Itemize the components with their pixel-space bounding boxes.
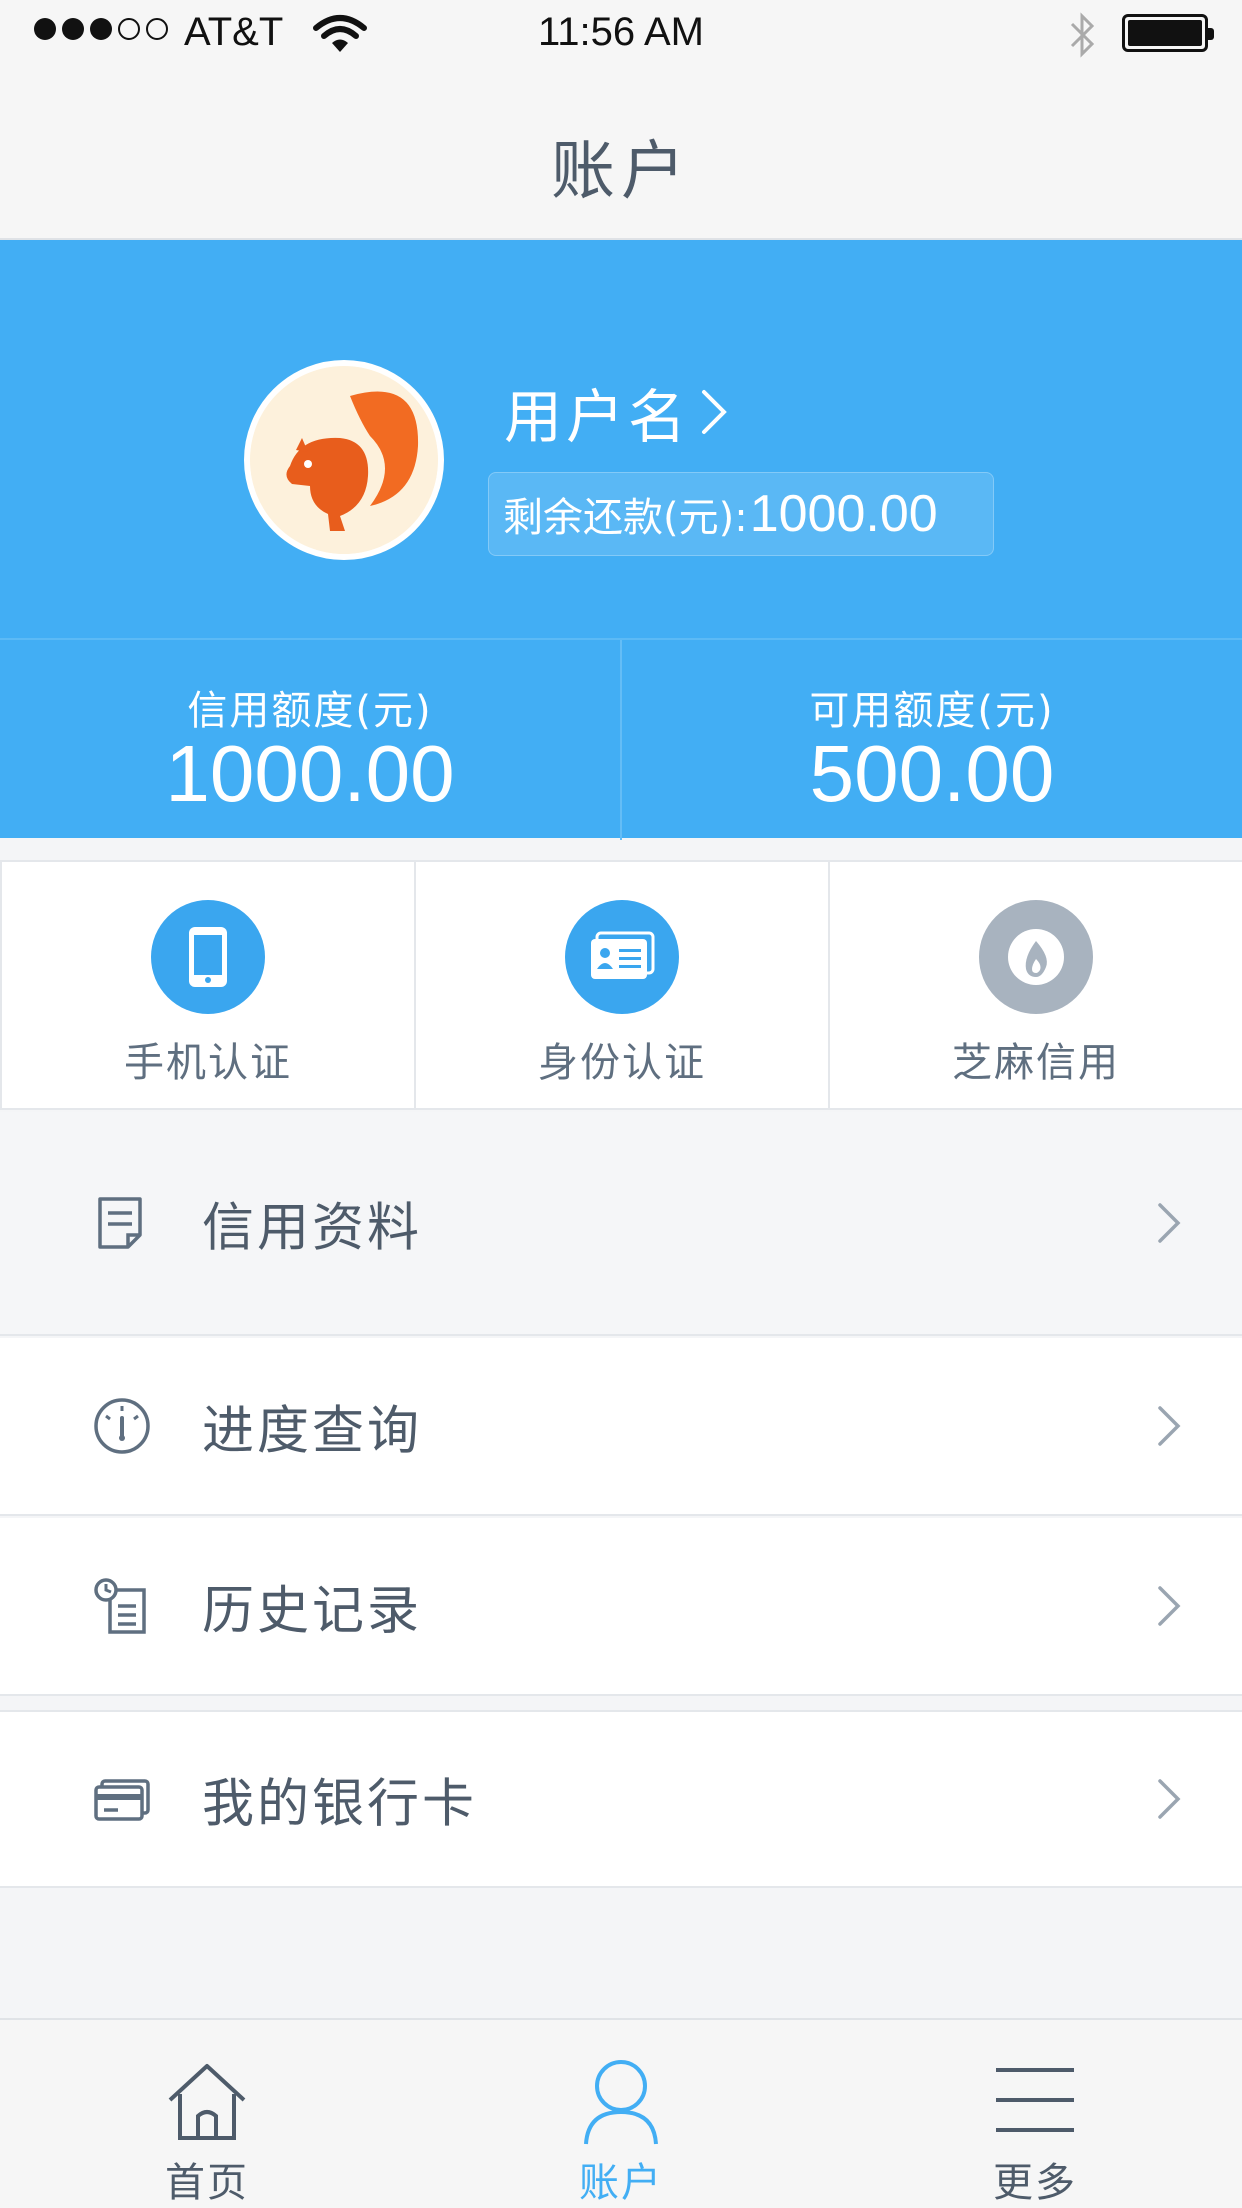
tab-home[interactable]: 首页 — [0, 2020, 414, 2208]
available-limit-value: 500.00 — [809, 729, 1055, 818]
bank-card-icon — [94, 1779, 150, 1821]
quota-divider — [620, 640, 622, 840]
sesame-icon — [979, 900, 1093, 1014]
remaining-repayment-badge: 剩余还款(元): 1000.00 — [488, 472, 994, 556]
chevron-right-icon — [1158, 1406, 1181, 1446]
menu-label-credit-info: 信用资料 — [202, 1198, 423, 1259]
repayment-label: 剩余还款(元): — [503, 495, 748, 541]
gauge-icon — [94, 1398, 150, 1454]
menu-label-bank-card: 我的银行卡 — [202, 1774, 478, 1835]
verify-phone-label: 手机认证 — [124, 1040, 292, 1086]
navigation-bar: 账户 — [0, 68, 1242, 240]
verify-sesame-credit-button[interactable]: 芝麻信用 — [828, 860, 1242, 1110]
chevron-right-icon — [1158, 1779, 1181, 1819]
page-title: 账户 — [551, 135, 691, 209]
status-time: 11:56 AM — [537, 10, 705, 54]
user-icon — [584, 2060, 658, 2145]
tab-account[interactable]: 账户 — [414, 2020, 828, 2208]
verify-identity-button[interactable]: 身份认证 — [414, 860, 830, 1110]
menu-item-history[interactable]: 历史记录 — [0, 1518, 1242, 1696]
repayment-value: 1000.00 — [749, 485, 938, 543]
battery-icon — [1122, 14, 1214, 52]
document-icon — [98, 1197, 142, 1249]
tab-bar: 首页 账户 更多 — [0, 2018, 1242, 2208]
chevron-right-icon — [702, 390, 727, 434]
menu-label-progress-query: 进度查询 — [202, 1401, 423, 1462]
tab-home-label: 首页 — [165, 2160, 249, 2206]
phone-icon — [151, 900, 265, 1014]
menu-item-bank-card[interactable]: 我的银行卡 — [0, 1710, 1242, 1888]
verification-row: 手机认证 身份认证 芝麻信用 — [0, 860, 1242, 1110]
menu-label-history: 历史记录 — [202, 1581, 423, 1642]
home-icon — [168, 2064, 246, 2140]
chevron-right-icon — [1158, 1586, 1181, 1626]
verify-phone-button[interactable]: 手机认证 — [0, 860, 416, 1110]
verify-identity-label: 身份认证 — [538, 1040, 706, 1086]
tab-more-label: 更多 — [993, 2160, 1077, 2206]
id-card-icon — [565, 900, 679, 1014]
available-limit: 可用额度(元) 500.00 — [622, 640, 1242, 840]
history-icon — [94, 1578, 146, 1634]
tab-more[interactable]: 更多 — [828, 2020, 1242, 2208]
bluetooth-icon — [1070, 12, 1095, 58]
profile-header: 用户名 剩余还款(元): 1000.00 — [0, 240, 1242, 638]
credit-limit-value: 1000.00 — [165, 729, 455, 818]
status-bar: AT&T 11:56 AM — [0, 0, 1242, 68]
avatar[interactable] — [244, 360, 444, 560]
squirrel-logo-icon — [250, 366, 438, 554]
menu-icon — [996, 2068, 1074, 2132]
menu-item-credit-info[interactable]: 信用资料 — [0, 1112, 1242, 1336]
chevron-right-icon — [1158, 1203, 1181, 1243]
menu-item-progress-query[interactable]: 进度查询 — [0, 1338, 1242, 1516]
credit-limit: 信用额度(元) 1000.00 — [0, 640, 620, 840]
username-link[interactable]: 用户名 — [504, 370, 730, 454]
verify-sesame-label: 芝麻信用 — [952, 1040, 1120, 1086]
username: 用户名 — [504, 383, 691, 451]
tab-account-label: 账户 — [579, 2160, 663, 2206]
